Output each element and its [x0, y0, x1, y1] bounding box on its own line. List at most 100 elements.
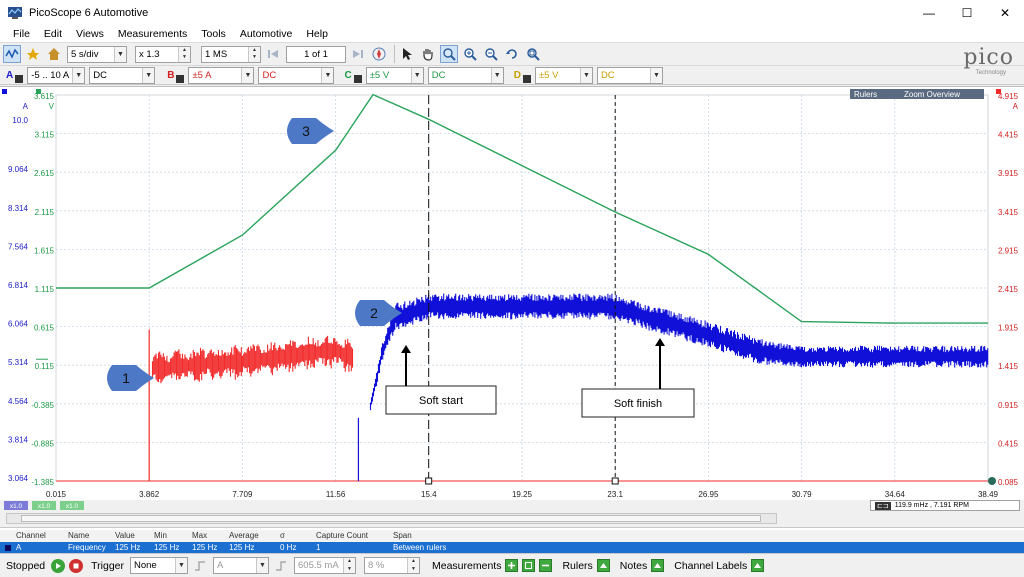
probe-icon[interactable]: [354, 75, 362, 83]
time-ruler-handle: [426, 478, 432, 484]
zoom-out-icon[interactable]: [482, 45, 500, 63]
scale-badge-label: x1.0: [66, 503, 79, 510]
add-measurement-button[interactable]: [505, 559, 518, 572]
header-channel: Channel: [16, 531, 46, 540]
axis-a-tick-label: 10.0: [12, 116, 28, 125]
menu-automotive[interactable]: Automotive: [233, 28, 300, 40]
menu-tools[interactable]: Tools: [194, 28, 233, 40]
header-capture-count: Capture Count: [316, 531, 368, 540]
channel-b-range: ±5 A: [192, 70, 211, 81]
scope-view[interactable]: 10.0 9.064 8.314 7.564 6.814 6.064 5.314 4.564 3…: [0, 86, 1024, 500]
measurements-label: Measurements: [432, 560, 501, 572]
next-buffer-icon[interactable]: [349, 45, 367, 63]
trigger-percent-value: 8 %: [368, 560, 384, 571]
close-button[interactable]: ✕: [986, 0, 1024, 26]
spin-icon: ▲ ▼: [343, 558, 355, 573]
trigger-edge-icon[interactable]: [191, 557, 209, 575]
status-bar: Stopped Trigger None ▼ A ▼ 605.5 mA ▲ ▼ 8…: [0, 553, 1024, 577]
menu-measurements[interactable]: Measurements: [111, 28, 194, 40]
channel-a-coupling: DC: [93, 70, 107, 81]
chevron-down-icon: ▼: [256, 558, 268, 573]
scale-badge-label: x1.0: [10, 503, 23, 510]
chevron-down-icon: ▼: [72, 68, 84, 83]
measurements-table: Channel Name Value Min Max Average σ Cap…: [0, 527, 1024, 553]
samples-stepper[interactable]: 1 MS ▲ ▼: [201, 46, 261, 63]
horizontal-scrollbar[interactable]: [6, 513, 777, 524]
rulers-label: Rulers: [562, 560, 592, 572]
channel-a-coupling-select[interactable]: DC ▼: [89, 67, 155, 84]
channel-d-coupling-select[interactable]: DC ▼: [597, 67, 663, 84]
auto-setup-icon[interactable]: [24, 45, 42, 63]
minimize-button[interactable]: —: [910, 0, 948, 26]
trigger-level-stepper[interactable]: 605.5 mA ▲ ▼: [294, 557, 356, 574]
x-tick-label: 34.64: [885, 490, 906, 499]
probe-icon[interactable]: [523, 75, 531, 83]
scale-badge-label: x1.0: [38, 503, 51, 510]
zoom-select-icon[interactable]: [440, 45, 458, 63]
timebase-select[interactable]: 5 s/div ▼: [67, 46, 127, 63]
menu-help[interactable]: Help: [299, 28, 335, 40]
channel-d-range: ±5 V: [539, 70, 558, 81]
channel-d-range-select[interactable]: ±5 V ▼: [535, 67, 593, 84]
channel-b-coupling-select[interactable]: DC ▼: [258, 67, 334, 84]
channel-b-range-select[interactable]: ±5 A ▼: [188, 67, 254, 84]
trigger-channel-select[interactable]: A ▼: [213, 557, 269, 574]
zoom-to-fit-icon[interactable]: [524, 45, 542, 63]
first-buffer-icon[interactable]: [264, 45, 282, 63]
scope-mode-icon[interactable]: [3, 45, 21, 63]
trigger-percent-stepper[interactable]: 8 % ▲ ▼: [364, 557, 420, 574]
notes-toggle-button[interactable]: [651, 559, 664, 572]
scope-plot[interactable]: 10.0 9.064 8.314 7.564 6.814 6.064 5.314 4.564 3…: [0, 87, 1024, 513]
channel-b-label: B: [167, 70, 174, 81]
start-capture-button[interactable]: [51, 559, 65, 573]
x-tick-label: 0.015: [46, 490, 67, 499]
trigger-mode-select[interactable]: None ▼: [130, 557, 188, 574]
delete-measurement-button[interactable]: [539, 559, 552, 572]
cell-average: 125 Hz: [229, 543, 254, 552]
trigger-rising-icon[interactable]: [272, 557, 290, 575]
buffer-navigator[interactable]: 1 of 1: [286, 46, 346, 63]
axis-b-tick-label: 2.415: [998, 285, 1019, 294]
cell-max: 125 Hz: [192, 543, 217, 552]
channel-a-label: A: [6, 70, 13, 81]
trigger-channel-value: A: [217, 560, 223, 571]
stop-capture-button[interactable]: [69, 559, 83, 573]
main-toolbar: 5 s/div ▼ x 1.3 ▲ ▼ 1 MS ▲ ▼ 1 of 1: [0, 43, 1024, 66]
cell-channel: A: [16, 543, 21, 552]
undo-zoom-icon[interactable]: [503, 45, 521, 63]
pointer-icon[interactable]: [398, 45, 416, 63]
channel-labels-toggle-button[interactable]: [751, 559, 764, 572]
probe-icon[interactable]: [15, 75, 23, 83]
menu-views[interactable]: Views: [69, 28, 111, 40]
zoom-overview-tab: Zoom Overview: [904, 90, 960, 99]
axis-b-tick-label: 0.915: [998, 401, 1019, 410]
pico-logo-word: pico: [963, 45, 1014, 70]
menu-file[interactable]: File: [6, 28, 37, 40]
chevron-down-icon: ▼: [491, 68, 503, 83]
probe-icon[interactable]: [176, 75, 184, 83]
maximize-button[interactable]: ☐: [948, 0, 986, 26]
hand-icon[interactable]: [419, 45, 437, 63]
compass-icon[interactable]: [370, 45, 388, 63]
axis-c-tick-label: 1.115: [35, 285, 55, 294]
home-icon[interactable]: [45, 45, 63, 63]
edit-measurement-button[interactable]: [522, 559, 535, 572]
zoom-in-icon[interactable]: [461, 45, 479, 63]
axis-b-tick-label: 0.085: [998, 478, 1019, 487]
x-tick-label: 26.95: [698, 490, 719, 499]
channel-c-range-select[interactable]: ±5 V ▼: [366, 67, 424, 84]
channel-a-range-select[interactable]: -5 .. 10 A ▼: [27, 67, 85, 84]
zoom-stepper[interactable]: x 1.3 ▲ ▼: [135, 46, 191, 63]
scrollbar-thumb[interactable]: [21, 515, 761, 522]
samples-value: 1 MS: [205, 49, 227, 60]
channel-c-coupling-select[interactable]: DC ▼: [428, 67, 504, 84]
menu-edit[interactable]: Edit: [37, 28, 69, 40]
callout-2-label: 2: [370, 305, 378, 321]
x-tick-label: 11.56: [326, 490, 346, 499]
menu-bar: File Edit Views Measurements Tools Autom…: [0, 26, 1024, 43]
chevron-down-icon: ▼: [411, 68, 423, 83]
axis-c-tick-label: 0.115: [35, 362, 55, 371]
rulers-toggle-button[interactable]: [597, 559, 610, 572]
app-icon: [7, 5, 23, 21]
pico-logo-sub: Technology: [976, 70, 1006, 76]
